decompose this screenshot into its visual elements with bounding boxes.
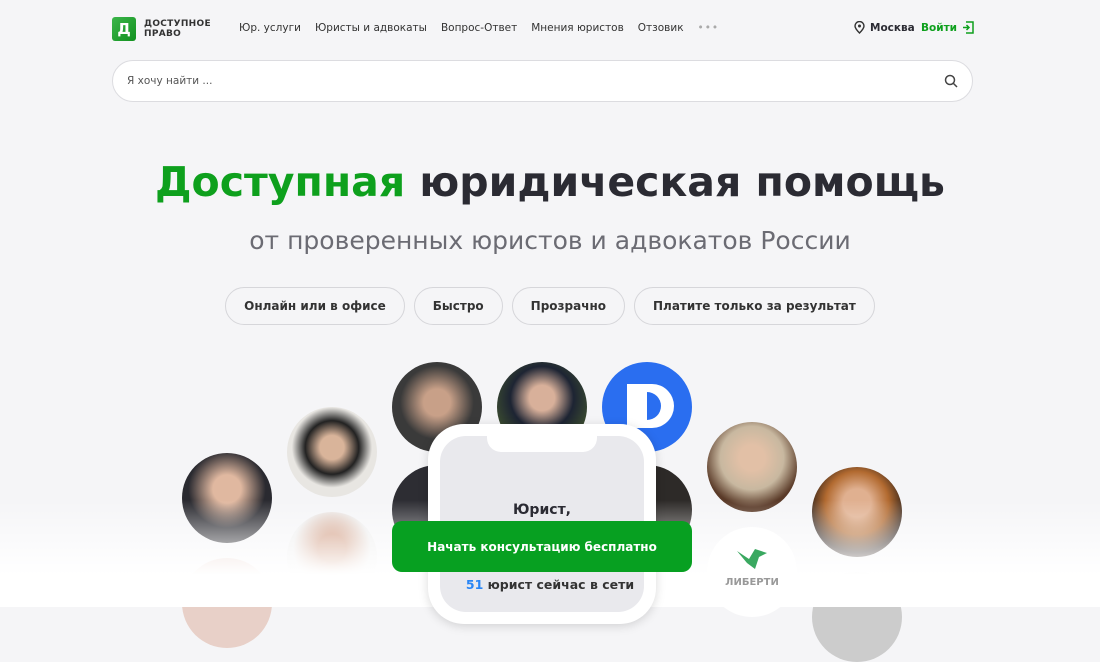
pill-fast[interactable]: Быстро (413, 287, 503, 325)
feature-pills: Онлайн или в офисе Быстро Прозрачно Плат… (0, 287, 1100, 325)
hero-title: Доступная юридическая помощь (0, 158, 1100, 206)
login-icon (963, 21, 974, 34)
logo-line2: ПРАВО (144, 29, 182, 39)
lawyer-avatar (287, 407, 377, 497)
nav-qa[interactable]: Вопрос-Ответ (441, 22, 517, 34)
search-input[interactable] (127, 75, 944, 87)
location-pin-icon (854, 21, 865, 34)
lawyer-avatar (707, 422, 797, 512)
logo-line1: ДОСТУПНОЕ (144, 19, 211, 29)
nav-opinions[interactable]: Мнения юристов (531, 22, 624, 34)
search-icon[interactable] (944, 74, 958, 88)
nav-legal-services[interactable]: Юр. услуги (239, 22, 301, 34)
main-nav: Юр. услуги Юристы и адвокаты Вопрос-Отве… (239, 22, 719, 34)
pill-transparent[interactable]: Прозрачно (511, 287, 625, 325)
city-label: Москва (870, 21, 915, 34)
phone-notch (487, 436, 597, 452)
online-status: 51 юрист сейчас в сети (0, 577, 1100, 592)
pill-online-office[interactable]: Онлайн или в офисе (225, 287, 405, 325)
hero-title-accent: Доступная (155, 158, 406, 206)
bird-logo-icon (737, 549, 767, 569)
hero-subtitle: от проверенных юристов и адвокатов Росси… (249, 226, 851, 255)
start-consultation-button[interactable]: Начать консультацию бесплатно (392, 521, 692, 572)
logo[interactable]: Д ДОСТУПНОЕ ПРАВО (112, 17, 211, 41)
login-label: Войти (921, 21, 958, 34)
phone-screen-text: Юрист, (513, 502, 571, 518)
city-selector[interactable]: Москва (854, 21, 915, 34)
nav-lawyers[interactable]: Юристы и адвокаты (315, 22, 427, 34)
logo-mark: Д (112, 17, 136, 41)
search-bar (112, 60, 973, 102)
pill-pay-for-result[interactable]: Платите только за результат (633, 287, 875, 325)
online-count: 51 (465, 577, 484, 592)
partner-liberti: ЛИБЕРТИ (707, 527, 797, 617)
hero-title-rest: юридическая помощь (405, 158, 945, 206)
online-text: юрист сейчас в сети (483, 577, 635, 592)
nav-reviews[interactable]: Отзовик (638, 22, 684, 34)
more-icon[interactable]: ••• (698, 22, 720, 34)
login-button[interactable]: Войти (921, 21, 974, 34)
